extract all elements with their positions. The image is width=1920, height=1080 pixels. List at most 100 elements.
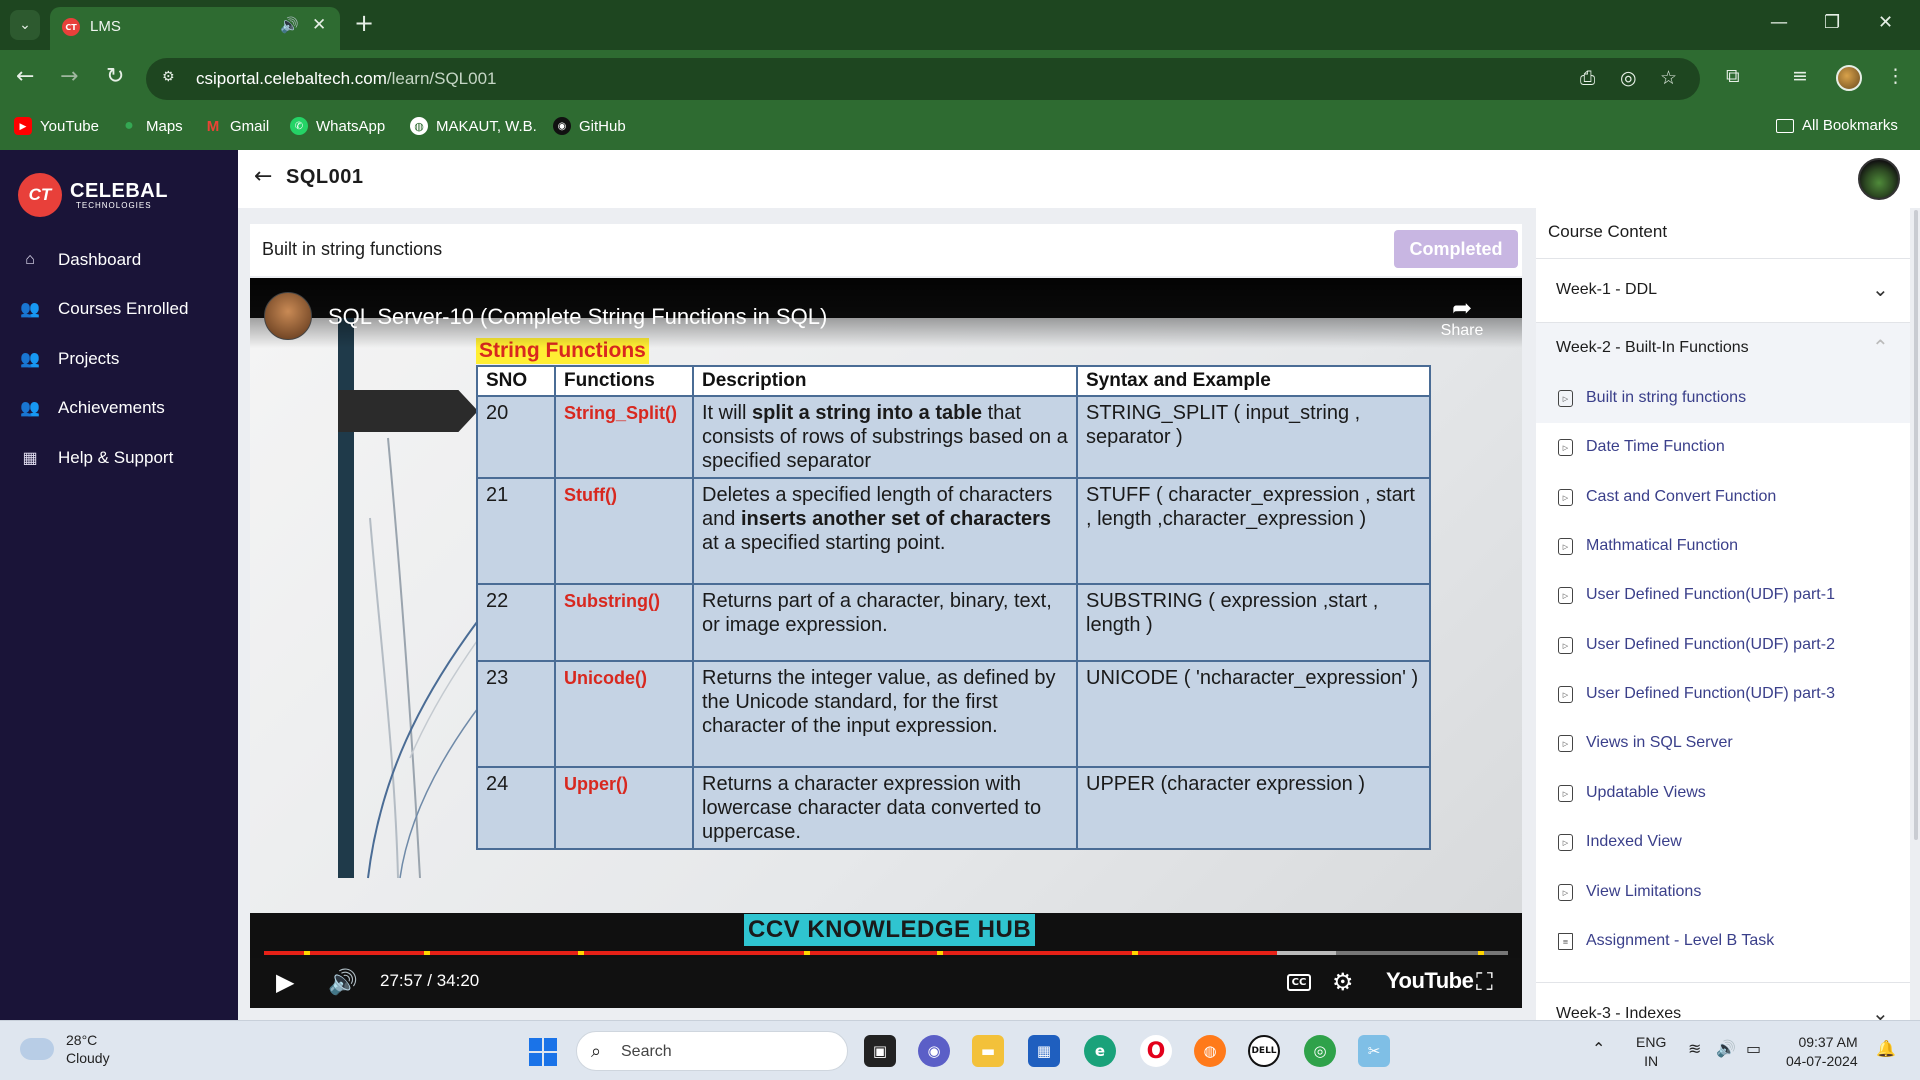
task-view-icon[interactable]: ▣ xyxy=(864,1035,896,1067)
weather-widget[interactable]: 28°C Cloudy xyxy=(20,1031,110,1067)
tab-audio-icon[interactable]: 🔊 xyxy=(280,16,299,34)
completed-button[interactable]: Completed xyxy=(1394,230,1518,268)
logo-mark: CT xyxy=(18,173,62,217)
lesson-item[interactable]: ▷ User Defined Function(UDF) part-2 xyxy=(1536,621,1910,670)
site-info-icon[interactable]: ⚙ xyxy=(162,69,175,85)
video-progress-bar[interactable] xyxy=(264,951,1508,955)
browser-tab[interactable]: CT LMS 🔊 ✕ xyxy=(50,7,340,50)
lesson-item[interactable]: ▷ Mathmatical Function xyxy=(1536,522,1910,571)
progress-played xyxy=(264,951,1277,955)
celebal-logo[interactable]: CT Celebal Technologies xyxy=(18,173,168,217)
week-label: Week-3 - Indexes xyxy=(1556,1005,1682,1020)
bookmark-youtube[interactable]: ▶ YouTube xyxy=(14,117,99,135)
url-text[interactable]: csiportal.celebaltech.com/learn/SQL001 xyxy=(196,69,497,89)
chat-icon[interactable]: ◉ xyxy=(918,1035,950,1067)
slide-arrow-marker xyxy=(338,390,478,432)
back-icon[interactable]: ← xyxy=(16,65,34,89)
bookmark-star-icon[interactable]: ☆ xyxy=(1660,67,1677,89)
chrome-icon[interactable]: ◎ xyxy=(1304,1035,1336,1067)
video-title[interactable]: SQL Server-10 (Complete String Functions… xyxy=(328,304,827,330)
cell-function: Upper() xyxy=(554,766,694,850)
play-icon[interactable]: ▶ xyxy=(276,968,294,996)
dell-icon[interactable]: DELL xyxy=(1248,1035,1280,1067)
media-control-icon[interactable]: ≡ xyxy=(1792,65,1808,87)
captions-icon[interactable]: CC xyxy=(1287,974,1311,991)
reload-icon[interactable]: ↻ xyxy=(106,65,124,89)
bookmark-label: WhatsApp xyxy=(316,117,386,135)
globe-icon: ◍ xyxy=(410,117,428,135)
youtube-logo[interactable]: YouTube xyxy=(1386,968,1474,994)
search-placeholder: Search xyxy=(621,1043,672,1060)
share-button[interactable]: ➦ Share xyxy=(1438,294,1486,340)
channel-avatar[interactable] xyxy=(264,292,312,340)
week-accordion-3[interactable]: Week-3 - Indexes ⌄ xyxy=(1536,982,1910,1020)
lesson-label: View Limitations xyxy=(1586,883,1702,900)
forward-icon[interactable]: → xyxy=(60,65,78,89)
bookmark-maps[interactable]: ● Maps xyxy=(120,117,183,135)
new-tab-icon[interactable]: + xyxy=(354,10,374,36)
settings-gear-icon[interactable]: ⚙ xyxy=(1332,968,1354,996)
wifi-icon[interactable]: ≋ xyxy=(1688,1039,1701,1058)
video-player[interactable]: String Functions SNO Functions Descripti… xyxy=(250,278,1522,1008)
panel-scrollbar[interactable] xyxy=(1914,210,1918,840)
tab-search-chevron-icon[interactable]: ⌄ xyxy=(10,10,40,40)
edge-icon[interactable]: e xyxy=(1084,1035,1116,1067)
fullscreen-icon[interactable]: ⛶ xyxy=(1476,968,1493,996)
tab-favicon-icon: CT xyxy=(62,18,80,36)
bookmark-github[interactable]: ◉ GitHub xyxy=(553,117,626,135)
install-app-icon[interactable]: ⎙ xyxy=(1580,67,1595,89)
address-bar[interactable]: ⚙ csiportal.celebaltech.com/learn/SQL001… xyxy=(146,58,1700,100)
opera-icon[interactable]: O xyxy=(1140,1035,1172,1067)
lesson-item[interactable]: ▷ Updatable Views xyxy=(1536,769,1910,818)
sidebar-item-dashboard[interactable]: ⌂ Dashboard xyxy=(20,250,141,270)
browser-tab-strip: ⌄ CT LMS 🔊 ✕ + — ❐ ✕ xyxy=(0,0,1920,50)
sidebar-item-projects[interactable]: 👥 Projects xyxy=(20,349,119,369)
tray-overflow-icon[interactable]: ⌃ xyxy=(1592,1039,1605,1058)
tab-close-icon[interactable]: ✕ xyxy=(312,15,326,35)
lesson-item[interactable]: ▷ Date Time Function xyxy=(1536,423,1910,472)
system-clock[interactable]: 09:37 AM 04-07-2024 xyxy=(1786,1033,1858,1071)
bookmark-makaut[interactable]: ◍ MAKAUT, W.B. xyxy=(410,117,537,135)
lesson-item[interactable]: ▷ User Defined Function(UDF) part-1 xyxy=(1536,571,1910,620)
sidebar-item-courses-enrolled[interactable]: 👥 Courses Enrolled xyxy=(20,299,188,319)
extensions-icon[interactable]: ⧉ xyxy=(1726,65,1740,87)
all-bookmarks[interactable]: All Bookmarks xyxy=(1776,117,1898,134)
window-close-icon[interactable]: ✕ xyxy=(1878,12,1893,33)
lesson-item[interactable]: ▷ Views in SQL Server xyxy=(1536,719,1910,768)
lesson-item[interactable]: ▷ Cast and Convert Function xyxy=(1536,473,1910,522)
browser-profile-avatar[interactable] xyxy=(1836,65,1862,91)
minimize-icon[interactable]: — xyxy=(1770,12,1788,33)
windows-taskbar: 28°C Cloudy ⌕ Search ▣ ◉ ▬ ▦ e O ◍ DELL … xyxy=(0,1020,1920,1080)
sidebar-item-achievements[interactable]: 👥 Achievements xyxy=(20,398,165,418)
restore-icon[interactable]: ❐ xyxy=(1824,12,1840,33)
back-arrow-icon[interactable]: ← xyxy=(254,164,272,189)
browser-menu-icon[interactable]: ⋮ xyxy=(1886,65,1905,87)
snipping-tool-icon[interactable]: ✂ xyxy=(1358,1035,1390,1067)
week-accordion-1[interactable]: Week-1 - DDL ⌄ xyxy=(1536,258,1910,322)
lesson-item[interactable]: ▷ View Limitations xyxy=(1536,868,1910,917)
store-icon[interactable]: ▦ xyxy=(1028,1035,1060,1067)
cell-description: It will split a string into a table that… xyxy=(692,395,1078,479)
language-indicator[interactable]: ENG IN xyxy=(1636,1033,1666,1071)
week-accordion-2[interactable]: Week-2 - Built-In Functions ⌃ xyxy=(1536,322,1910,374)
video-icon: ▷ xyxy=(1558,686,1573,703)
lesson-item[interactable]: ▷ Built in string functions xyxy=(1536,374,1910,423)
lesson-item[interactable]: ▷ Indexed View xyxy=(1536,818,1910,867)
bookmark-gmail[interactable]: M Gmail xyxy=(204,117,269,135)
lesson-item[interactable]: ≡ Assignment - Level B Task xyxy=(1536,917,1910,966)
bookmark-whatsapp[interactable]: ✆ WhatsApp xyxy=(290,117,385,135)
user-avatar[interactable] xyxy=(1858,158,1900,200)
firefox-icon[interactable]: ◍ xyxy=(1194,1035,1226,1067)
taskbar-search[interactable]: ⌕ Search xyxy=(576,1031,848,1071)
volume-icon[interactable]: 🔊 xyxy=(328,968,358,996)
lesson-label: Views in SQL Server xyxy=(1586,734,1733,751)
file-explorer-icon[interactable]: ▬ xyxy=(972,1035,1004,1067)
speaker-icon[interactable]: 🔊 xyxy=(1716,1039,1736,1058)
notification-bell-icon[interactable]: 🔔 xyxy=(1876,1039,1896,1058)
windows-start-icon[interactable] xyxy=(529,1038,557,1066)
sidebar-item-help-support[interactable]: ▦ Help & Support xyxy=(20,448,173,468)
battery-icon[interactable]: ▭ xyxy=(1746,1039,1761,1058)
lesson-item[interactable]: ▷ User Defined Function(UDF) part-3 xyxy=(1536,670,1910,719)
course-content-list: Course Content Week-1 - DDL ⌄ Week-2 - B… xyxy=(1536,208,1910,1020)
eye-off-icon[interactable]: ◎ xyxy=(1620,67,1637,89)
